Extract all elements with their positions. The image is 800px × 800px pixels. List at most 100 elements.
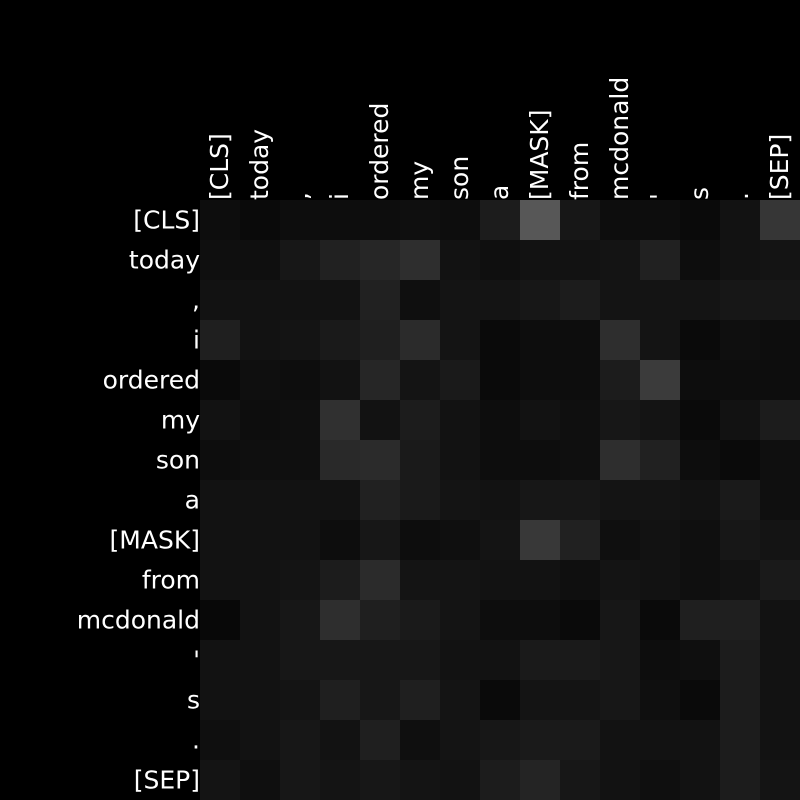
- heatmap-cell: [400, 760, 440, 800]
- heatmap-cell: [200, 600, 240, 640]
- heatmap-cell: [320, 200, 360, 240]
- row-token-label: ': [193, 646, 200, 675]
- heatmap-cell: [440, 720, 480, 760]
- heatmap-cell: [520, 400, 560, 440]
- row-token-label: ordered: [103, 366, 200, 395]
- heatmap-cell: [200, 760, 240, 800]
- heatmap-cell: [440, 440, 480, 480]
- heatmap-cell: [440, 640, 480, 680]
- heatmap-cell: [600, 640, 640, 680]
- heatmap-cell: [480, 200, 520, 240]
- heatmap-cell: [320, 320, 360, 360]
- heatmap-cell: [440, 760, 480, 800]
- heatmap-cell: [560, 440, 600, 480]
- heatmap-cell: [520, 480, 560, 520]
- heatmap-cell: [440, 520, 480, 560]
- heatmap-cell: [560, 520, 600, 560]
- row-token-label: [MASK]: [110, 526, 200, 555]
- heatmap-cell: [640, 360, 680, 400]
- heatmap-cell: [720, 200, 760, 240]
- row-token-label: a: [185, 486, 200, 515]
- heatmap-cell: [760, 560, 800, 600]
- column-token-label: my: [405, 161, 434, 200]
- heatmap-cell: [240, 360, 280, 400]
- heatmap-cell: [520, 600, 560, 640]
- heatmap-cell: [640, 240, 680, 280]
- heatmap-cell: [600, 680, 640, 720]
- heatmap-cell: [760, 280, 800, 320]
- heatmap-cell: [640, 480, 680, 520]
- column-token-label: ,: [285, 192, 314, 200]
- heatmap-cell: [360, 240, 400, 280]
- heatmap-cell: [720, 520, 760, 560]
- heatmap-cell: [400, 600, 440, 640]
- heatmap-cell: [480, 280, 520, 320]
- heatmap-cell: [400, 520, 440, 560]
- heatmap-cell: [640, 280, 680, 320]
- heatmap-cell: [240, 200, 280, 240]
- heatmap-cell: [240, 640, 280, 680]
- heatmap-cell: [200, 320, 240, 360]
- heatmap-cell: [360, 280, 400, 320]
- heatmap-cell: [560, 320, 600, 360]
- heatmap-cell: [280, 280, 320, 320]
- heatmap-cell: [720, 560, 760, 600]
- heatmap-cell: [680, 600, 720, 640]
- heatmap-cell: [320, 560, 360, 600]
- heatmap-cell: [480, 560, 520, 600]
- heatmap-cell: [680, 560, 720, 600]
- heatmap-cell: [440, 280, 480, 320]
- column-token-label: [CLS]: [205, 133, 234, 200]
- heatmap-cell: [720, 760, 760, 800]
- heatmap-cell: [680, 280, 720, 320]
- heatmap-cell: [760, 720, 800, 760]
- heatmap-cell: [680, 480, 720, 520]
- heatmap-cell: [320, 360, 360, 400]
- heatmap-cell: [400, 200, 440, 240]
- heatmap-cell: [280, 440, 320, 480]
- row-token-label: son: [156, 446, 200, 475]
- column-token-label: today: [245, 129, 274, 200]
- heatmap-cell: [240, 280, 280, 320]
- heatmap-cell: [320, 240, 360, 280]
- heatmap-cell: [720, 480, 760, 520]
- column-token-label: s: [685, 187, 714, 200]
- column-token-label: son: [445, 156, 474, 200]
- heatmap-cell: [720, 400, 760, 440]
- heatmap-cell: [440, 480, 480, 520]
- heatmap-cells: [200, 200, 800, 800]
- heatmap-cell: [360, 640, 400, 680]
- heatmap-cell: [480, 440, 520, 480]
- heatmap-cell: [520, 720, 560, 760]
- row-token-label: mcdonald: [77, 606, 200, 635]
- heatmap-cell: [480, 600, 520, 640]
- heatmap-cell: [560, 680, 600, 720]
- heatmap-cell: [200, 240, 240, 280]
- column-token-label: [MASK]: [525, 110, 554, 200]
- heatmap-cell: [520, 440, 560, 480]
- heatmap-cell: [520, 560, 560, 600]
- heatmap-cell: [600, 440, 640, 480]
- heatmap-cell: [560, 640, 600, 680]
- heatmap-cell: [720, 360, 760, 400]
- heatmap-cell: [520, 240, 560, 280]
- heatmap-cell: [360, 680, 400, 720]
- heatmap-cell: [680, 320, 720, 360]
- heatmap-cell: [440, 200, 480, 240]
- heatmap-cell: [600, 320, 640, 360]
- heatmap-cell: [600, 520, 640, 560]
- heatmap-cell: [400, 480, 440, 520]
- heatmap-cell: [200, 680, 240, 720]
- attention-heatmap-figure: [CLS] today, i ordered my son a [MASK] from mcdon…: [77, 77, 800, 800]
- heatmap-cell: [640, 440, 680, 480]
- heatmap-cell: [280, 720, 320, 760]
- heatmap-cell: [760, 400, 800, 440]
- column-token-labels: [CLS] today, i ordered my son a [MASK] from mcdon…: [205, 77, 794, 200]
- heatmap-cell: [680, 240, 720, 280]
- heatmap-cell: [760, 600, 800, 640]
- heatmap-cell: [400, 680, 440, 720]
- heatmap-cell: [720, 280, 760, 320]
- heatmap-cell: [320, 480, 360, 520]
- heatmap-cell: [680, 680, 720, 720]
- heatmap-cell: [440, 320, 480, 360]
